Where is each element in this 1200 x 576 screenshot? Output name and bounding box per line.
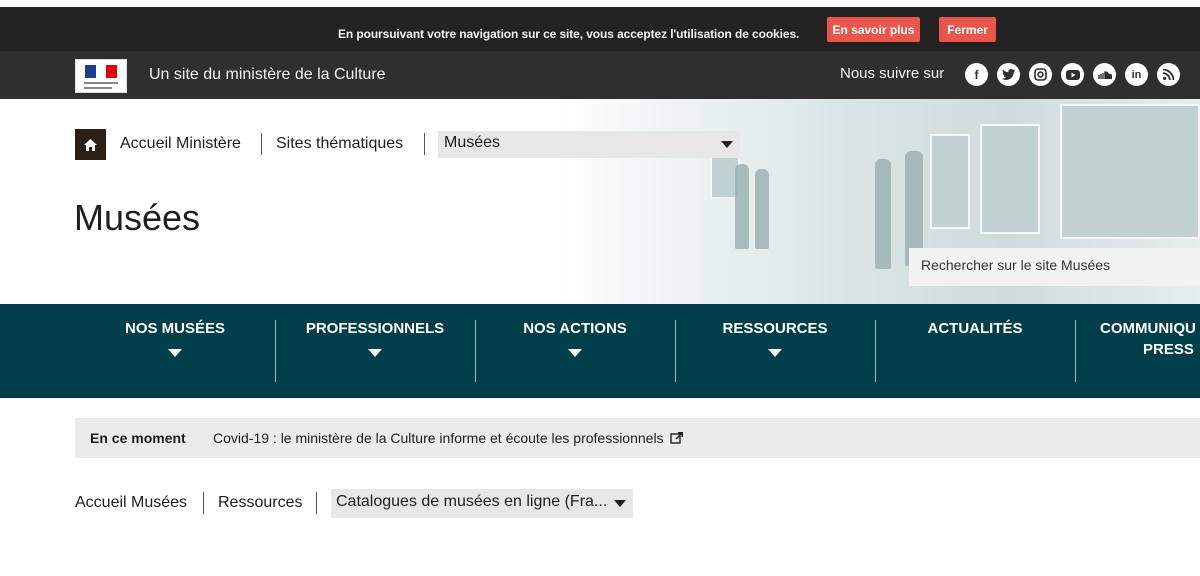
facebook-icon[interactable]: f <box>965 63 988 86</box>
chevron-down-icon <box>768 349 782 357</box>
news-label: En ce moment <box>90 430 186 446</box>
breadcrumb-divider <box>203 492 204 514</box>
soundcloud-icon[interactable] <box>1093 63 1116 86</box>
home-icon <box>84 138 97 151</box>
nav-label: PROFESSIONNELS <box>305 320 445 337</box>
cookie-banner: En poursuivant votre navigation sur ce s… <box>0 7 1200 51</box>
twitter-icon[interactable] <box>997 63 1020 86</box>
cookie-more-button[interactable]: En savoir plus <box>827 17 920 42</box>
nav-nos-actions[interactable]: NOS ACTIONS <box>475 320 675 382</box>
site-select[interactable]: Musées <box>438 131 740 158</box>
nav-nos-musees[interactable]: NOS MUSÉES <box>75 320 275 382</box>
chevron-down-icon <box>614 500 626 507</box>
chevron-down-icon <box>568 349 582 357</box>
chevron-down-icon <box>168 349 182 357</box>
breadcrumb-sites-thematiques[interactable]: Sites thématiques <box>276 135 403 153</box>
breadcrumb-divider <box>316 492 317 514</box>
site-select-value: Musées <box>444 134 501 151</box>
home-button[interactable] <box>75 129 106 160</box>
cookie-message: En poursuivant votre navigation sur ce s… <box>338 27 800 41</box>
hero-banner: Accueil Ministère Sites thématiques Musé… <box>0 99 1200 304</box>
instagram-icon[interactable] <box>1029 63 1052 86</box>
marianne-logo[interactable] <box>75 59 127 93</box>
breadcrumb-accueil-musees[interactable]: Accueil Musées <box>75 494 187 512</box>
page-title: Musées <box>74 197 201 238</box>
breadcrumb-accueil-ministere[interactable]: Accueil Ministère <box>120 135 241 153</box>
nav-label: NOS MUSÉES <box>124 320 226 337</box>
ministry-title[interactable]: Un site du ministère de la Culture <box>149 66 386 84</box>
breadcrumb-divider <box>261 133 262 155</box>
nav-professionnels[interactable]: PROFESSIONNELS <box>275 320 475 382</box>
cookie-close-button[interactable]: Fermer <box>939 17 996 42</box>
nav-label-line2: PRESS <box>1143 341 1194 358</box>
chevron-down-icon <box>721 141 733 148</box>
news-link[interactable]: Covid-19 : le ministère de la Culture in… <box>213 430 684 446</box>
breadcrumb-divider <box>424 133 425 155</box>
external-link-icon <box>670 431 684 444</box>
nav-communiques-presse[interactable]: COMMUNIQU PRESS <box>1100 320 1200 382</box>
nav-ressources[interactable]: RESSOURCES <box>675 320 875 382</box>
nav-actualites[interactable]: ACTUALITÉS <box>875 320 1075 382</box>
top-strip <box>0 0 1200 7</box>
youtube-icon[interactable] <box>1061 63 1084 86</box>
news-ticker: En ce moment Covid-19 : le ministère de … <box>75 418 1200 458</box>
follow-label: Nous suivre sur <box>840 65 945 82</box>
nav-label: NOS ACTIONS <box>523 320 627 337</box>
linkedin-icon[interactable]: in <box>1125 63 1148 86</box>
breadcrumb-ressources[interactable]: Ressources <box>218 494 302 512</box>
nav-label: RESSOURCES <box>722 320 828 337</box>
nav-divider <box>1075 320 1076 382</box>
page-select-value: Catalogues de musées en ligne (Fra... <box>336 493 608 510</box>
page-select[interactable]: Catalogues de musées en ligne (Fra... <box>331 489 633 518</box>
main-navigation: NOS MUSÉES PROFESSIONNELS NOS ACTIONS RE… <box>0 304 1200 398</box>
search-input[interactable]: Rechercher sur le site Musées <box>909 248 1200 286</box>
news-link-text: Covid-19 : le ministère de la Culture in… <box>213 430 664 446</box>
nav-label: ACTUALITÉS <box>927 320 1023 337</box>
gov-header: Un site du ministère de la Culture Nous … <box>0 51 1200 99</box>
chevron-down-icon <box>368 349 382 357</box>
rss-icon[interactable] <box>1157 63 1180 86</box>
nav-label: COMMUNIQU <box>1100 320 1196 337</box>
